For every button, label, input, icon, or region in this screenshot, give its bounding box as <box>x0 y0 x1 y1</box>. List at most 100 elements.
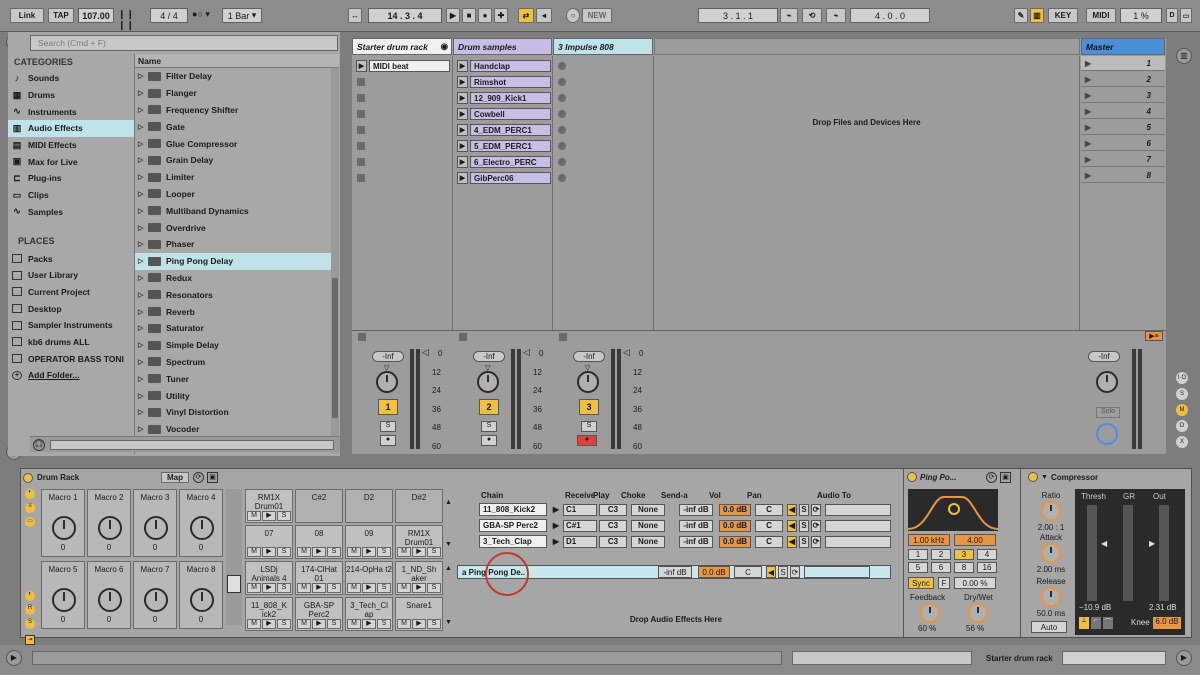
scroll-down-icon[interactable]: ▼ <box>445 541 452 548</box>
clip-launch-icon[interactable]: ▶ <box>356 60 367 72</box>
chain-row[interactable]: GBA-SP Perc2 ▶ C#1 C3 None -inf dB 0.0 dB C ◀ S ⟳ <box>461 519 891 532</box>
hot-swap-icon[interactable]: ⟳ <box>193 472 204 483</box>
sync-button[interactable]: Sync <box>908 577 934 589</box>
scene-launch-icon[interactable]: ▶ <box>1085 107 1091 116</box>
pad-preview-icon[interactable]: ▶ <box>412 547 426 557</box>
ratio-knob[interactable] <box>1041 501 1061 521</box>
chain-pan[interactable]: C <box>755 503 783 516</box>
return-hotswap-icon[interactable]: ⟳ <box>790 566 800 578</box>
audio-to-select[interactable] <box>825 535 891 548</box>
beat-division-button[interactable]: 4 <box>977 549 997 560</box>
macro-dial[interactable] <box>52 516 76 540</box>
clip-launch-icon[interactable]: ▶ <box>457 156 468 168</box>
clip-launch-icon[interactable]: ▶ <box>457 140 468 152</box>
punch-out-icon[interactable]: ⌁ <box>826 8 846 23</box>
return-solo[interactable]: S <box>778 566 788 578</box>
drum-pad[interactable]: Snare1 M ▶ S <box>395 597 443 631</box>
expand-icon[interactable]: ▷ <box>138 207 148 215</box>
track-fold-button[interactable] <box>559 333 567 341</box>
pad-preview-icon[interactable]: ▶ <box>262 547 276 557</box>
freeze-button[interactable]: F <box>938 577 950 589</box>
macro-dial[interactable] <box>98 588 122 612</box>
clip-slot[interactable]: ▶ Cowbell <box>455 107 551 121</box>
chain-volume[interactable]: 0.0 dB <box>719 535 751 548</box>
chain-scroll[interactable]: ▲ ▼ ▲ ▼ <box>445 491 455 627</box>
clip-launch-icon[interactable]: ▶ <box>457 124 468 136</box>
pad-preview-icon[interactable]: ▶ <box>362 583 376 593</box>
io-view-icon[interactable]: R <box>25 605 35 615</box>
category-item[interactable]: ⊏ Plug-ins <box>8 170 134 187</box>
chain-pan[interactable]: C <box>755 519 783 532</box>
filter-q-field[interactable]: 4.00 <box>954 534 996 546</box>
effect-item[interactable]: ▷ Overdrive <box>135 219 331 236</box>
clip-slot[interactable]: ▶ MIDI beat <box>354 59 450 73</box>
back-to-arrangement-icon[interactable]: ◂ <box>536 8 552 23</box>
pad-view-icon[interactable]: ◐ <box>25 591 35 601</box>
return-scroll-up-icon[interactable]: ▲ <box>445 565 452 572</box>
clip-slot-record-icon[interactable] <box>558 110 566 118</box>
return-audio-to[interactable] <box>804 566 870 578</box>
offset-field[interactable]: 0.00 % <box>954 577 996 589</box>
beat-division-button[interactable]: 6 <box>931 562 951 573</box>
beat-division-button[interactable]: 8 <box>954 562 974 573</box>
expand-icon[interactable]: ▷ <box>138 173 148 181</box>
chain-hotswap-icon[interactable]: ⟳ <box>811 503 821 516</box>
ping-pong-save-icon[interactable]: ▣ <box>1000 472 1011 483</box>
place-item[interactable]: Sampler Instruments <box>8 317 134 334</box>
pad-mute[interactable]: M <box>297 583 311 593</box>
clip-slot[interactable]: ▶ 6_Electro_PERC <box>455 155 551 169</box>
clip-slot[interactable]: ▶ Handclap <box>455 59 551 73</box>
chain-speaker-icon[interactable]: ◀ <box>787 535 797 548</box>
chain-name[interactable]: GBA-SP Perc2 <box>479 519 547 532</box>
io-icon[interactable]: I·O <box>1176 372 1188 384</box>
pad-preview-icon[interactable]: ▶ <box>312 583 326 593</box>
scroll-up-icon[interactable]: ▲ <box>445 499 452 506</box>
expand-icon[interactable]: ▷ <box>138 425 148 433</box>
effect-item[interactable]: ▷ Simple Delay <box>135 337 331 354</box>
stop-icon[interactable]: ■ <box>462 8 476 23</box>
clip-slot[interactable]: ▶ 4_EDM_PERC1 <box>455 123 551 137</box>
compressor-power-icon[interactable] <box>1028 472 1038 482</box>
pad-preview-icon[interactable]: ▶ <box>362 547 376 557</box>
devices-toggle-icon[interactable]: ▭ <box>25 517 35 527</box>
solo-button[interactable]: S <box>481 421 497 432</box>
clip-slot-record-icon[interactable] <box>558 142 566 150</box>
volume-slider-icon[interactable]: ◁ <box>623 347 630 358</box>
chain-solo[interactable]: S <box>799 535 809 548</box>
track-activator[interactable]: 3 <box>579 399 599 415</box>
category-item[interactable]: ♪ Sounds <box>8 70 134 87</box>
clip-slot-record-icon[interactable] <box>558 158 566 166</box>
clip-launch-icon[interactable]: ▶ <box>457 108 468 120</box>
scene-row[interactable]: ▶ 3 <box>1081 88 1165 103</box>
metronome-icon[interactable]: ●○ ▾ <box>192 9 218 22</box>
volume-slider-icon[interactable]: ◁ <box>422 347 429 358</box>
device-power-icon[interactable] <box>23 472 33 483</box>
volume-field[interactable]: -Inf <box>372 351 404 362</box>
pad-mute[interactable]: M <box>347 547 361 557</box>
solo-button[interactable]: S <box>581 421 597 432</box>
expand-icon[interactable]: ▷ <box>138 156 148 164</box>
feedback-knob[interactable] <box>920 603 940 623</box>
expand-icon[interactable]: ▷ <box>138 274 148 282</box>
scene-row[interactable]: ▶ 5 <box>1081 120 1165 135</box>
auto-release-button[interactable]: Auto <box>1031 621 1067 633</box>
pad-preview-icon[interactable]: ▶ <box>262 619 276 629</box>
overdub-icon[interactable]: ✚ <box>494 8 508 23</box>
tempo-field[interactable]: 107.00 <box>78 8 114 23</box>
pad-mute[interactable]: M <box>247 619 261 629</box>
out-arrow-icon[interactable]: ▶ <box>1149 539 1155 548</box>
arm-button[interactable]: ● <box>577 435 597 446</box>
drum-pad[interactable]: GBA-SP Perc2 M ▶ S <box>295 597 343 631</box>
category-item[interactable]: ▤ MIDI Effects <box>8 137 134 154</box>
preview-waveform[interactable] <box>50 440 334 450</box>
arrangement-position[interactable]: 14 . 3 . 4 <box>368 8 442 23</box>
send-a[interactable]: -inf dB <box>679 503 713 516</box>
expand-icon[interactable]: ▷ <box>138 106 148 114</box>
clip-slot-record-icon[interactable] <box>558 94 566 102</box>
pad-mute[interactable]: M <box>247 511 261 521</box>
effect-item[interactable]: ▷ Redux <box>135 270 331 287</box>
solo-button[interactable]: S <box>380 421 396 432</box>
macro-dial[interactable] <box>98 516 122 540</box>
return-send[interactable]: -inf dB <box>658 566 692 578</box>
effect-item[interactable]: ▷ Ping Pong Delay <box>135 252 331 270</box>
